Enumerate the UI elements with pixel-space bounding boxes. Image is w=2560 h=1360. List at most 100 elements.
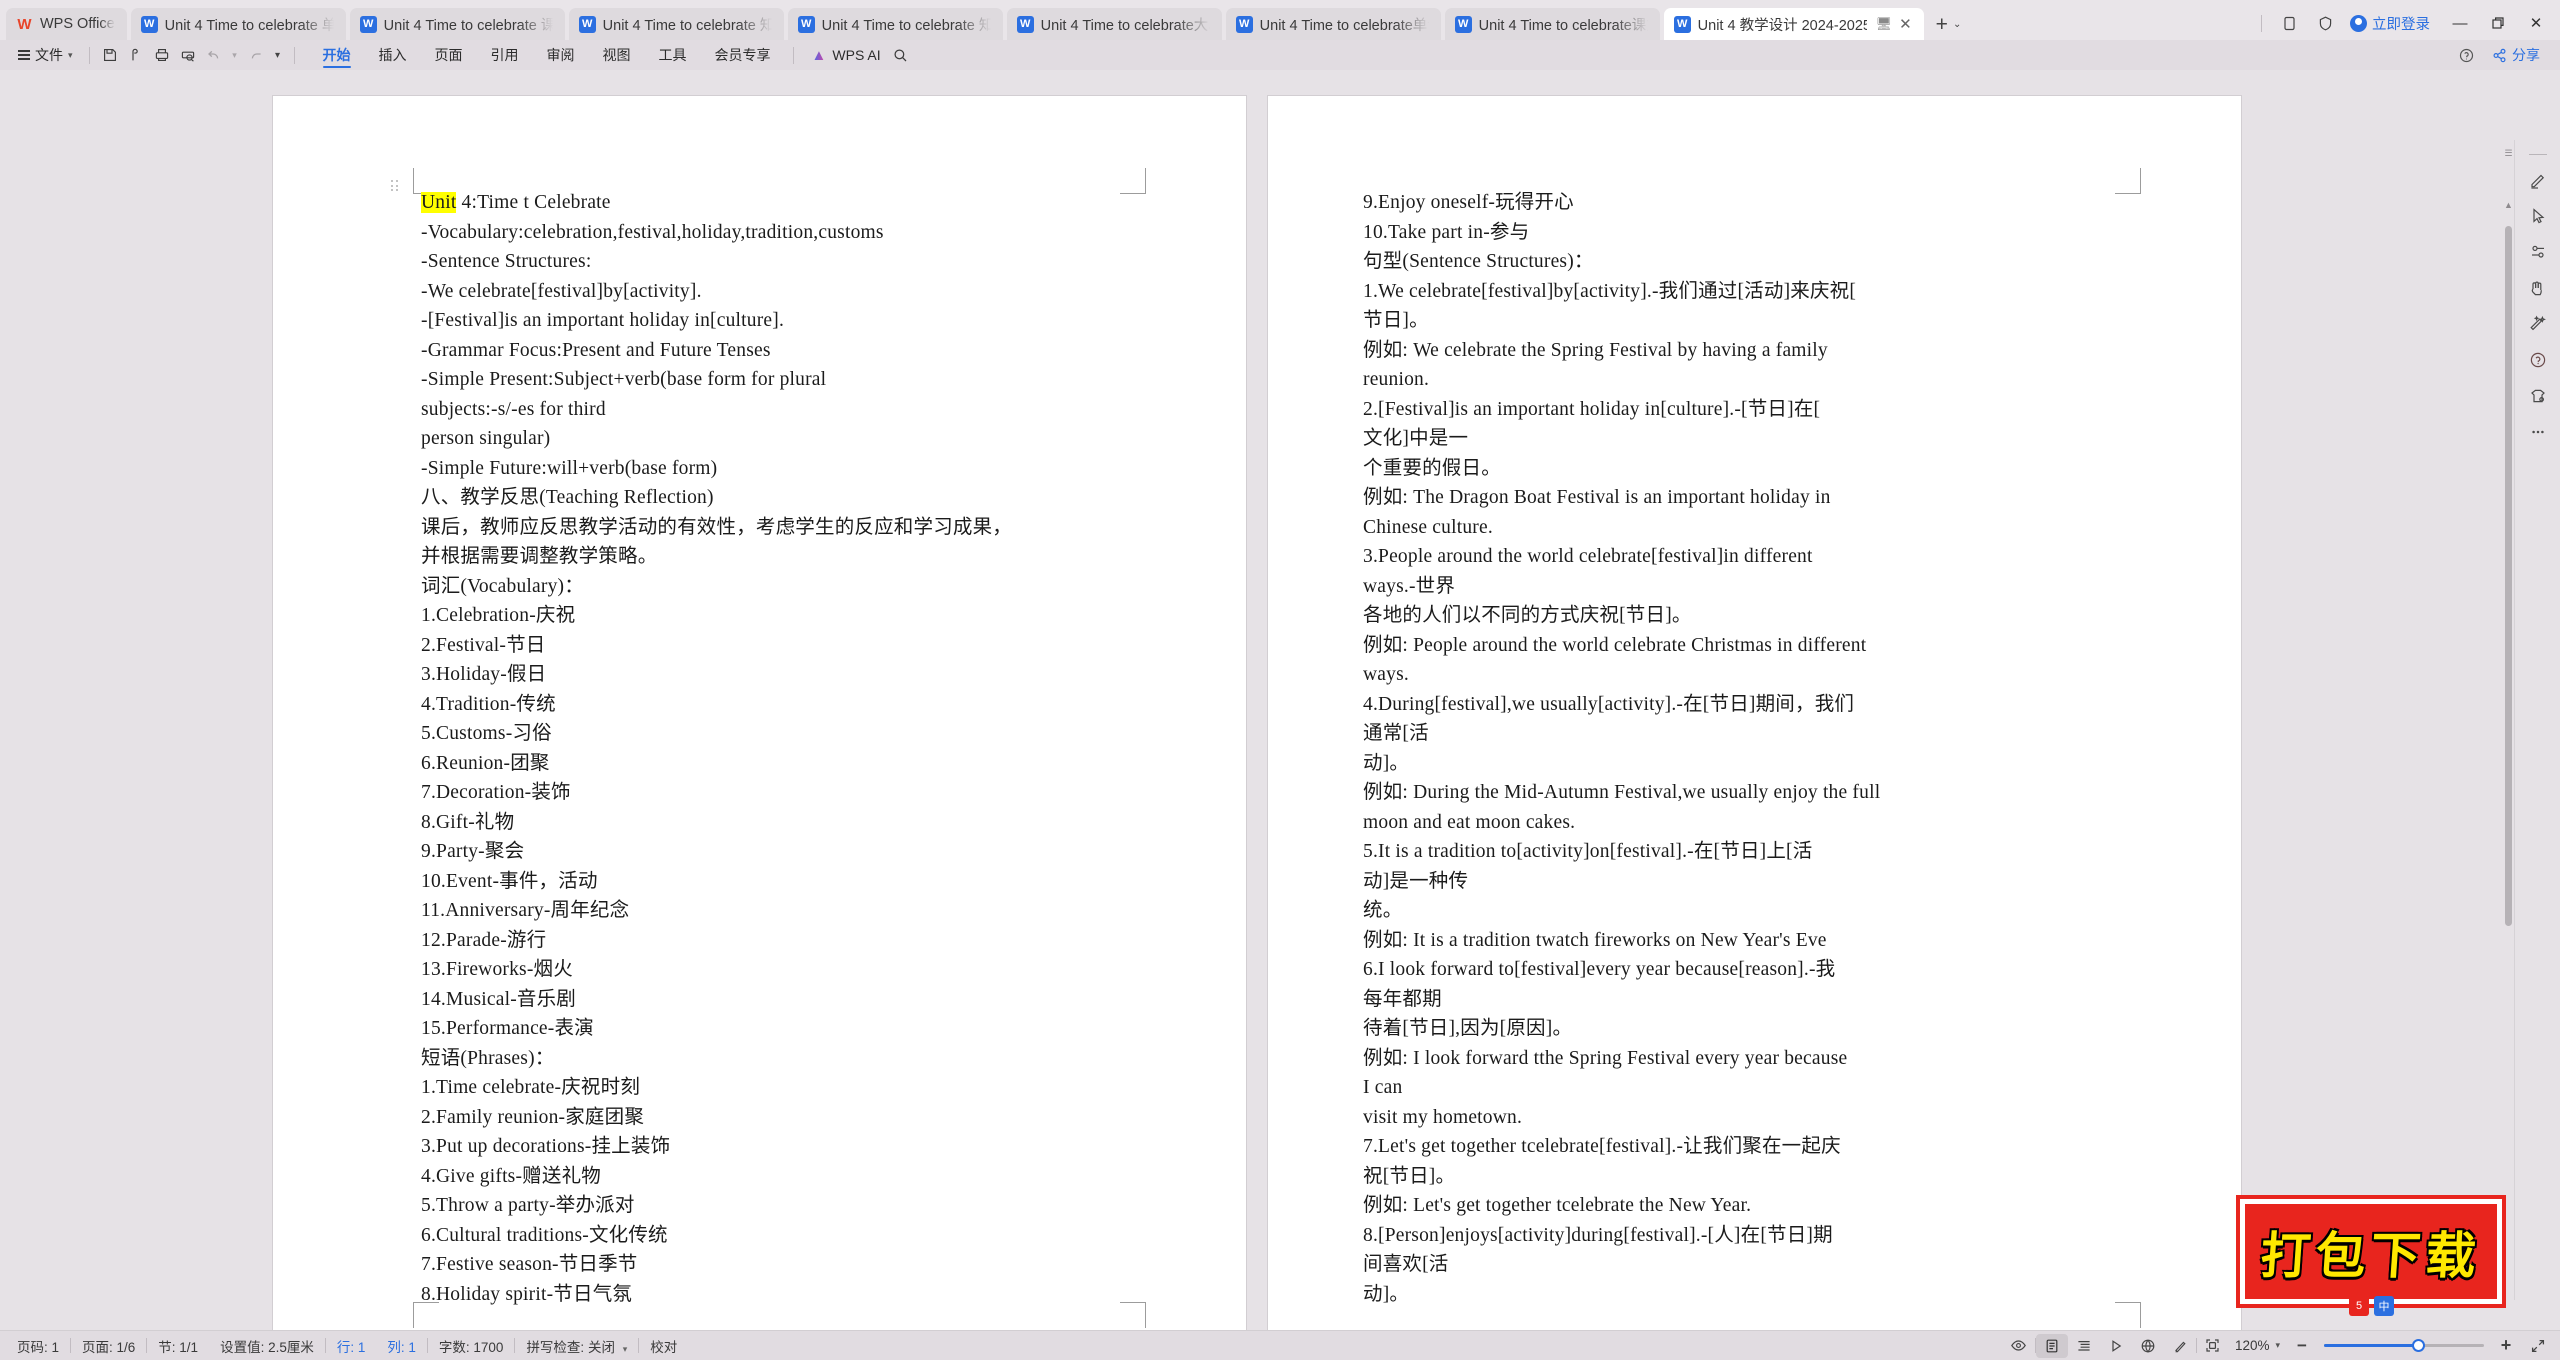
file-menu-button[interactable]: 文件 ▾ <box>10 45 81 65</box>
wps-ai-button[interactable]: ▲ WPS AI <box>812 47 881 64</box>
document-line: 八、教学反思(Teaching Reflection) <box>421 487 714 508</box>
help-circle-icon[interactable] <box>2521 343 2555 377</box>
tab-doc-6[interactable]: W Unit 4 Time to celebrate单词讲解 -2 <box>1225 8 1441 40</box>
cursor-select-icon[interactable] <box>2521 199 2555 233</box>
scroll-up-arrow-icon[interactable]: ▲ <box>2504 200 2513 210</box>
tab-close-icon[interactable]: ✕ <box>1899 17 1912 32</box>
status-page-count: 页面: 1/6 <box>82 1339 136 1355</box>
eye-view-icon[interactable] <box>2003 1334 2035 1358</box>
status-word-count[interactable]: 字数: 1700 <box>428 1336 515 1356</box>
document-line: I can <box>1363 1077 1403 1098</box>
document-line: 句型(Sentence Structures)： <box>1363 251 1594 272</box>
undo-dropdown-icon[interactable]: ▾ <box>228 44 242 66</box>
skin-theme-icon[interactable] <box>2521 379 2555 413</box>
help-icon[interactable] <box>2454 44 2478 66</box>
redo-icon[interactable] <box>244 44 268 66</box>
status-spellcheck[interactable]: 拼写检查: 关闭 ▾ <box>515 1336 638 1356</box>
ribbon-tab-page[interactable]: 页面 <box>421 40 477 70</box>
document-line: 课后，教师应反思教学活动的有效性，考虑学生的反应和学习成果， <box>421 516 1013 538</box>
fullscreen-icon[interactable] <box>2522 1334 2554 1358</box>
hamburger-menu-icon <box>18 50 30 60</box>
window-restore-button[interactable] <box>2480 8 2516 38</box>
slider-knob[interactable] <box>2412 1339 2425 1352</box>
document-line: -Simple Future:will+verb(base form) <box>421 457 718 479</box>
ribbon-tab-review[interactable]: 审阅 <box>533 40 589 70</box>
document-line: 3.Put up decorations-挂上装饰 <box>421 1136 671 1157</box>
web-layout-view-icon[interactable] <box>2132 1334 2164 1358</box>
chevron-down-icon[interactable]: ▾ <box>2275 1340 2280 1351</box>
word-doc-icon: W <box>1673 15 1691 33</box>
ribbon-tab-member[interactable]: 会员专享 <box>701 40 785 70</box>
document-line: 例如: Let's get together tcelebrate the Ne… <box>1363 1195 1752 1216</box>
tab-doc-7[interactable]: W Unit 4 Time to celebrate课文讲解20 <box>1444 8 1660 40</box>
ribbon-tab-view[interactable]: 视图 <box>589 40 645 70</box>
shield-security-icon[interactable] <box>2308 9 2342 37</box>
tab-doc-1[interactable]: W Unit 4 Time to celebrate 单词表详细 <box>130 8 346 40</box>
tab-doc-4[interactable]: W Unit 4 Time to celebrate 知识清单 2 <box>787 8 1003 40</box>
document-line: 例如: It is a tradition twatch fireworks o… <box>1363 929 1827 951</box>
ribbon-tab-insert[interactable]: 插入 <box>365 40 421 70</box>
document-line: 7.Let's get together tcelebrate[festival… <box>1363 1136 1841 1157</box>
ribbon-tab-tools[interactable]: 工具 <box>645 40 701 70</box>
document-line: 短语(Phrases)： <box>421 1047 555 1069</box>
document-page-2[interactable]: 9.Enjoy oneself-玩得开心 10.Take part in-参与 句型… <box>1268 96 2241 1330</box>
tab-doc-active-teaching-design[interactable]: W Unit 4 教学设计 2024-2025学 🖥 ✕ <box>1663 8 1924 40</box>
new-tab-button[interactable]: + ⌄ <box>1928 8 1970 40</box>
scroll-top-icon[interactable]: ☰ <box>2504 148 2513 159</box>
divider <box>88 46 90 64</box>
outline-view-icon[interactable] <box>2068 1334 2100 1358</box>
document-line: 动]。 <box>1363 1283 1410 1305</box>
document-line: -Grammar Focus:Present and Future Tenses <box>421 339 771 361</box>
share-badge-icon: 5 <box>2349 1296 2369 1316</box>
quick-access-dropdown-icon[interactable]: ▾ <box>270 44 286 66</box>
print-preview-icon[interactable] <box>176 44 200 66</box>
more-options-icon[interactable] <box>2521 415 2555 449</box>
undo-icon[interactable] <box>202 44 226 66</box>
status-bar-right: 120% ▾ − + <box>2003 1333 2554 1358</box>
zoom-slider[interactable] <box>2324 1334 2484 1358</box>
document-line: subjects:-s/-es for third <box>421 398 606 420</box>
document-vertical-scrollbar[interactable]: ☰ ▲ <box>2503 140 2514 1300</box>
brush-format-icon[interactable] <box>2164 1334 2196 1358</box>
save-icon[interactable] <box>98 44 122 66</box>
zoom-out-button[interactable]: − <box>2286 1334 2318 1358</box>
ribbon-menu-list: 开始 插入 页面 引用 审阅 视图 工具 会员专享 <box>309 40 785 70</box>
document-line: 5.Customs-习俗 <box>421 723 552 744</box>
word-doc-icon: W <box>140 15 158 33</box>
settings-sliders-icon[interactable] <box>2521 235 2555 269</box>
print-icon[interactable] <box>150 44 174 66</box>
document-line: 例如: During the Mid-Autumn Festival,we us… <box>1363 782 1881 803</box>
tab-doc-3[interactable]: W Unit 4 Time to celebrate 知识点 20 <box>568 8 784 40</box>
zoom-level-label[interactable]: 120% <box>2229 1338 2276 1353</box>
window-minimize-button[interactable]: — <box>2442 8 2478 38</box>
pen-edit-icon[interactable] <box>2521 163 2555 197</box>
tab-doc-5[interactable]: W Unit 4 Time to celebrate大单元分析 <box>1006 8 1222 40</box>
hand-gesture-icon[interactable] <box>2521 271 2555 305</box>
document-page-1[interactable]: Unit 4:Time t Celebrate -Vocabulary:celeb… <box>273 96 1246 1330</box>
copy-tab-icon[interactable] <box>2272 9 2306 37</box>
scrollbar-thumb[interactable] <box>2505 226 2512 926</box>
quick-access-toolbar: ▾ ▾ <box>98 44 286 66</box>
page-layout-view-icon[interactable] <box>2035 1333 2068 1358</box>
tab-monitor-icon[interactable]: 🖥 <box>1876 16 1893 32</box>
ribbon-tab-reference[interactable]: 引用 <box>477 40 533 70</box>
login-button[interactable]: 立即登录 <box>2344 13 2440 34</box>
ribbon-right-controls: 分享 <box>2454 43 2560 67</box>
document-line: Unit 4:Time t Celebrate <box>421 192 611 213</box>
ribbon-tab-home[interactable]: 开始 <box>309 40 365 70</box>
fit-page-icon[interactable] <box>2197 1334 2229 1358</box>
document-line: 10.Event-事件，活动 <box>421 870 598 892</box>
tab-wps-office-home[interactable]: W WPS Office <box>6 8 127 40</box>
window-close-button[interactable]: ✕ <box>2518 8 2554 38</box>
zoom-in-button[interactable]: + <box>2490 1334 2522 1358</box>
word-doc-icon: W <box>359 15 377 33</box>
reading-view-icon[interactable] <box>2100 1334 2132 1358</box>
tab-doc-2[interactable]: W Unit 4 Time to celebrate 课文知识讲 <box>349 8 565 40</box>
document-line: 4.Tradition-传统 <box>421 693 556 715</box>
search-icon[interactable] <box>889 44 913 66</box>
tab-label: Unit 4 Time to celebrate 知识清单 2 <box>821 17 991 34</box>
share-button[interactable]: 分享 <box>2482 43 2550 67</box>
save-cloud-icon[interactable] <box>124 44 148 66</box>
status-proofread[interactable]: 校对 <box>639 1336 688 1356</box>
magic-wand-icon[interactable] <box>2521 307 2555 341</box>
